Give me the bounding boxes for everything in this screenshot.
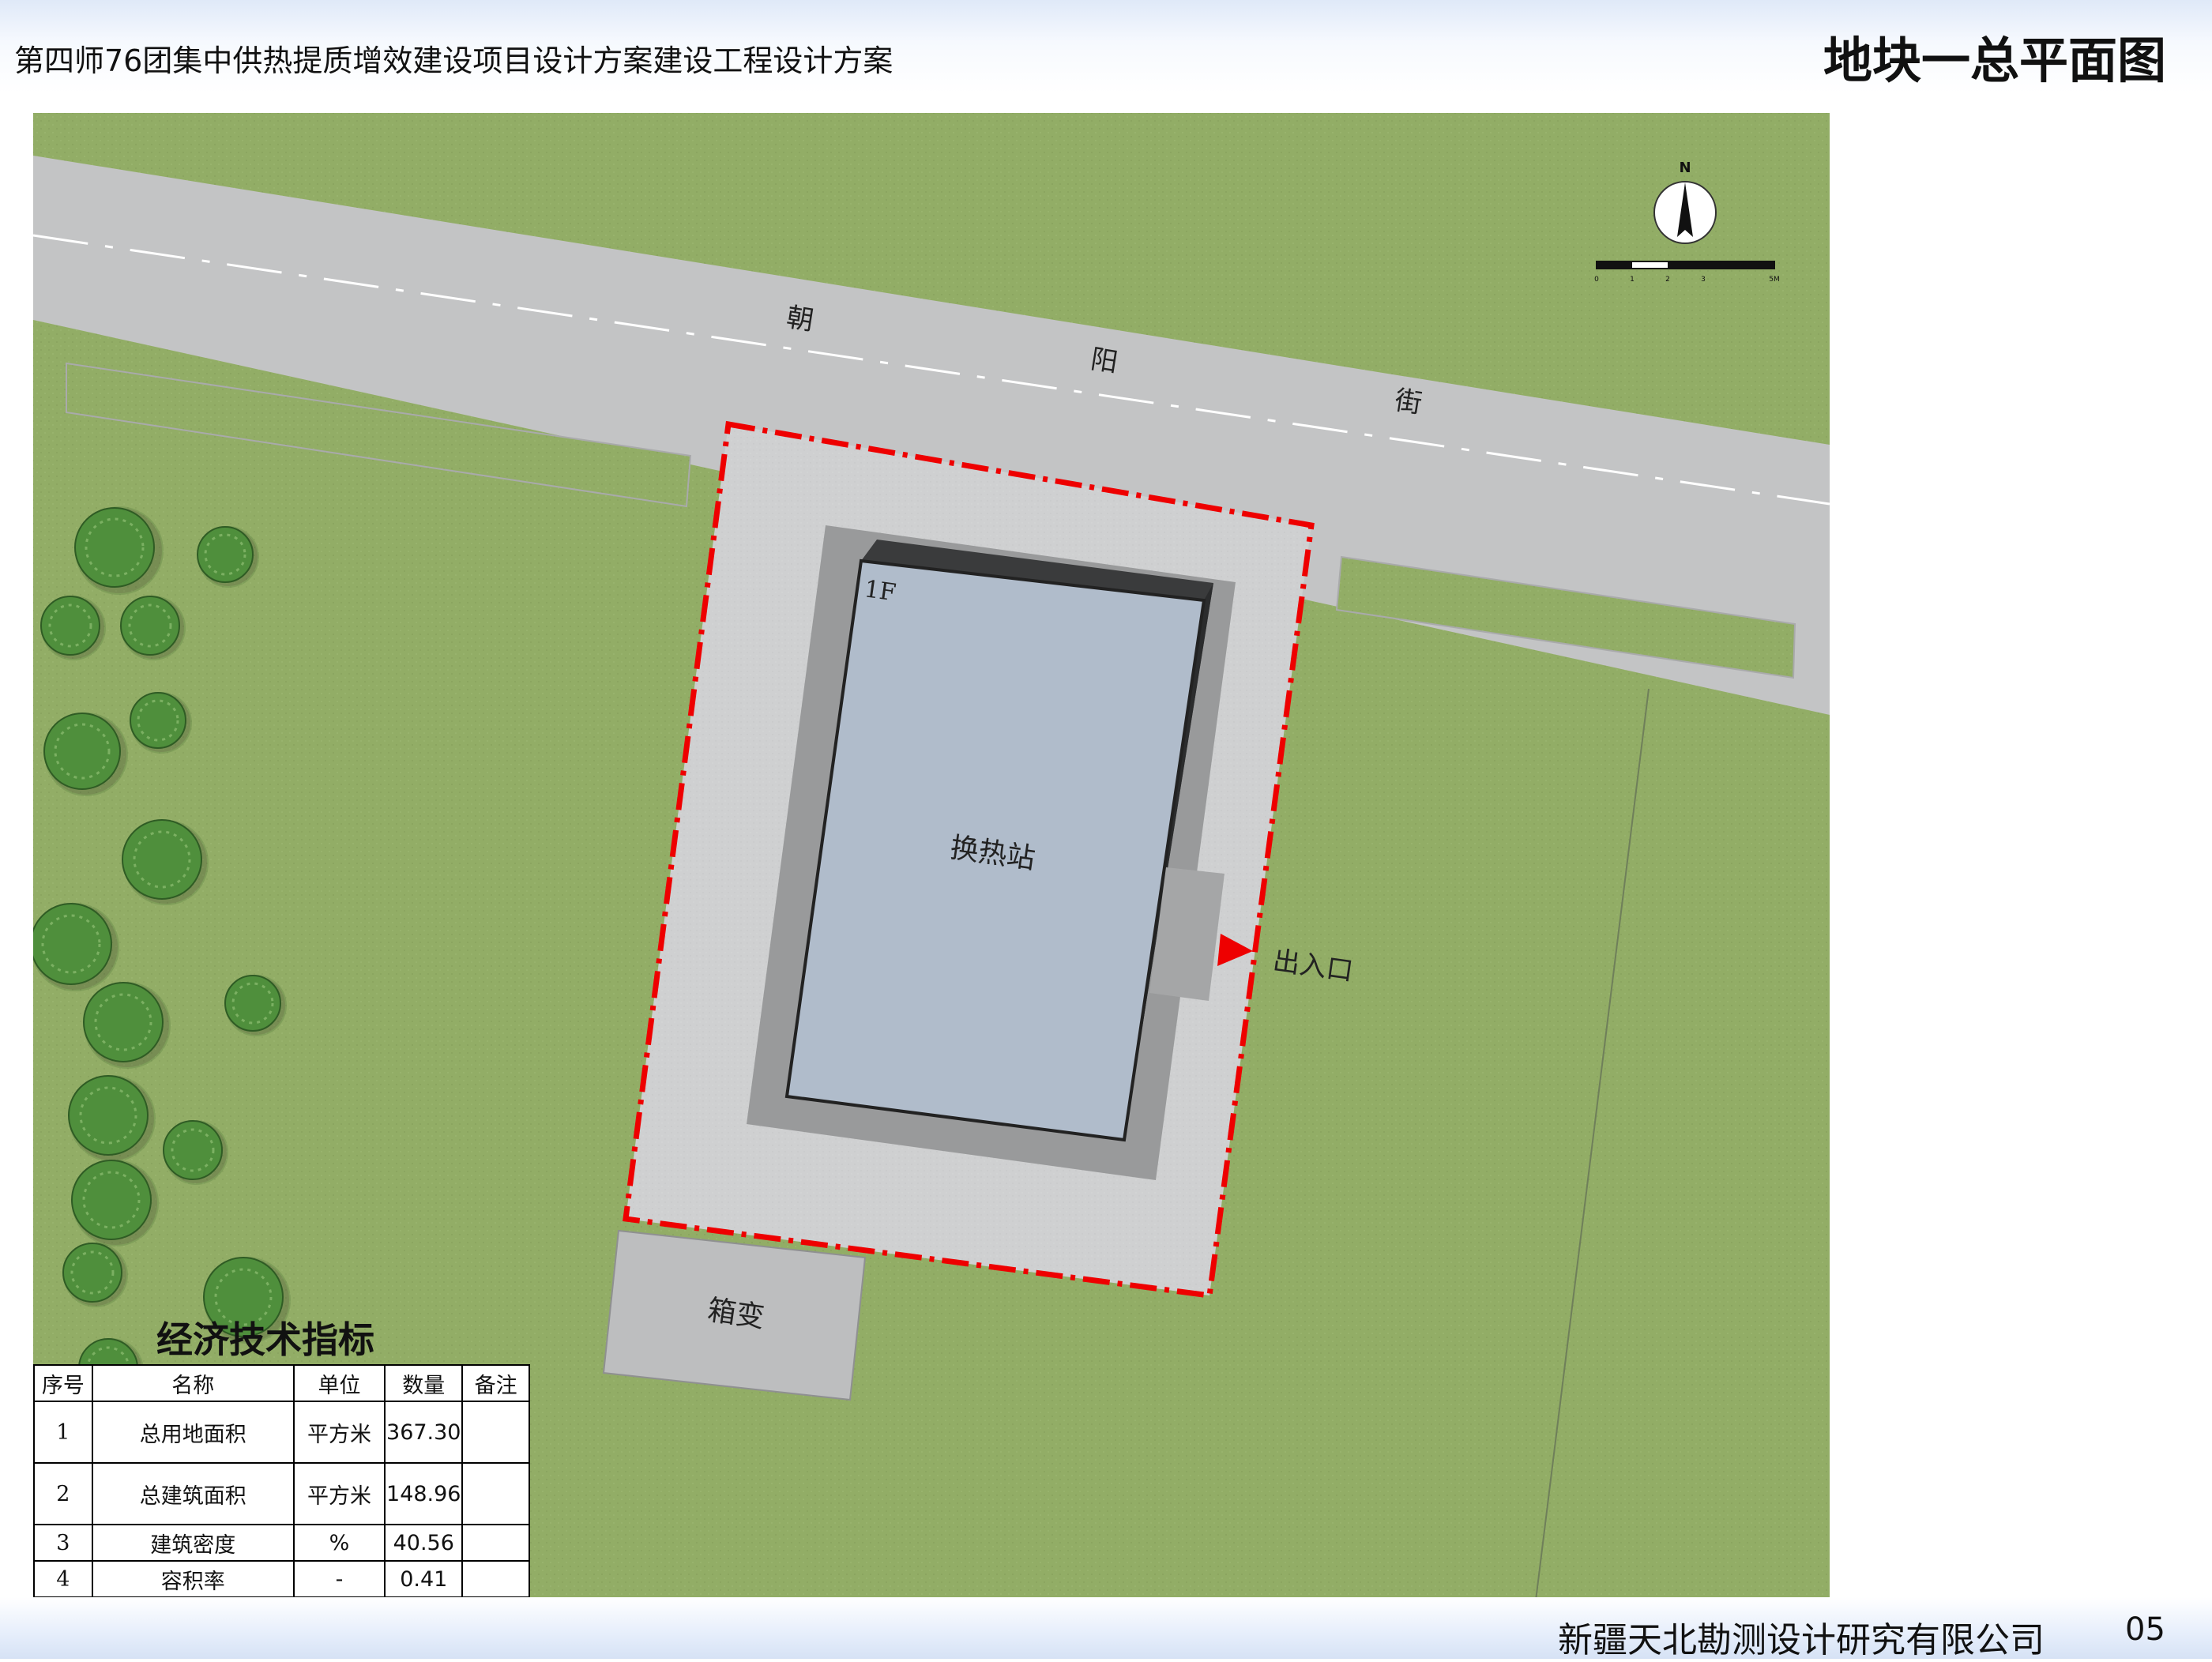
street-name-char: 街 [1393,385,1424,420]
tree-icon [62,1243,128,1307]
indicators-title: 经济技术指标 [156,1318,374,1361]
row-value: 148.96 [384,1462,464,1525]
row-note [461,1401,530,1464]
column-header: 序号 [33,1364,93,1402]
tree-icon [122,819,209,905]
project-title: 第四师76团集中供热提质增效建设项目设计方案建设工程设计方案 [14,43,893,78]
column-header: 单位 [292,1364,386,1402]
north-label: N [1679,160,1691,176]
table-row: 3 建筑密度 % 40.56 [33,1524,530,1562]
tree-icon [83,982,171,1069]
north-arrow-icon [1653,181,1717,244]
street-name-char: 阳 [1089,344,1120,379]
scale-label: 2 [1665,276,1670,284]
tree-icon [68,1075,156,1162]
row-name: 总用地面积 [91,1401,295,1464]
row-value: 367.30 [384,1401,464,1464]
row-number: 3 [33,1524,93,1562]
row-name: 容积率 [91,1560,295,1598]
row-note [461,1524,530,1562]
row-value: 0.41 [384,1560,464,1598]
row-note [461,1560,530,1598]
row-unit: 平方米 [292,1401,386,1464]
row-number: 4 [33,1560,93,1598]
row-number: 1 [33,1401,93,1464]
table-header-row: 序号 名称 单位 数量 备注 [33,1364,530,1402]
tree-icon [120,596,186,660]
scale-label: 1 [1630,276,1635,284]
tree-icon [130,692,192,754]
column-header: 名称 [91,1364,295,1402]
scale-label: 5M [1769,276,1780,284]
row-name: 建筑密度 [91,1524,295,1562]
row-unit: % [292,1524,386,1562]
building-floor-label: 1F [863,575,897,607]
tree-icon [224,975,287,1036]
row-name: 总建筑面积 [91,1462,295,1525]
tree-icon [74,506,164,595]
row-unit: - [292,1560,386,1598]
tree-icon [71,1160,159,1246]
tree-icon [163,1120,228,1185]
page-number: 05 [2125,1611,2165,1648]
table-row: 2 总建筑面积 平方米 148.96 [33,1462,530,1525]
company-name: 新疆天北勘测设计研究有限公司 [1558,1620,2045,1660]
tree-icon [43,713,128,796]
row-unit: 平方米 [292,1462,386,1525]
scale-label: 0 [1594,276,1599,284]
table-row: 1 总用地面积 平方米 367.30 [33,1401,530,1464]
tree-icon [40,596,106,660]
tree-icon [197,526,259,588]
column-header: 数量 [384,1364,464,1402]
row-note [461,1462,530,1525]
table-row: 4 容积率 - 0.41 [33,1560,530,1598]
sheet-title: 地块一总平面图 [1823,32,2166,89]
indicators-table: 序号 名称 单位 数量 备注 1 总用地面积 平方米 367.30 2 总建筑面… [33,1364,530,1598]
scale-bar [1596,261,1775,269]
tree-icon [33,903,119,991]
row-number: 2 [33,1462,93,1525]
row-value: 40.56 [384,1524,464,1562]
street-name-char: 朝 [784,302,816,337]
column-header: 备注 [461,1364,530,1402]
scale-label: 3 [1701,276,1706,284]
